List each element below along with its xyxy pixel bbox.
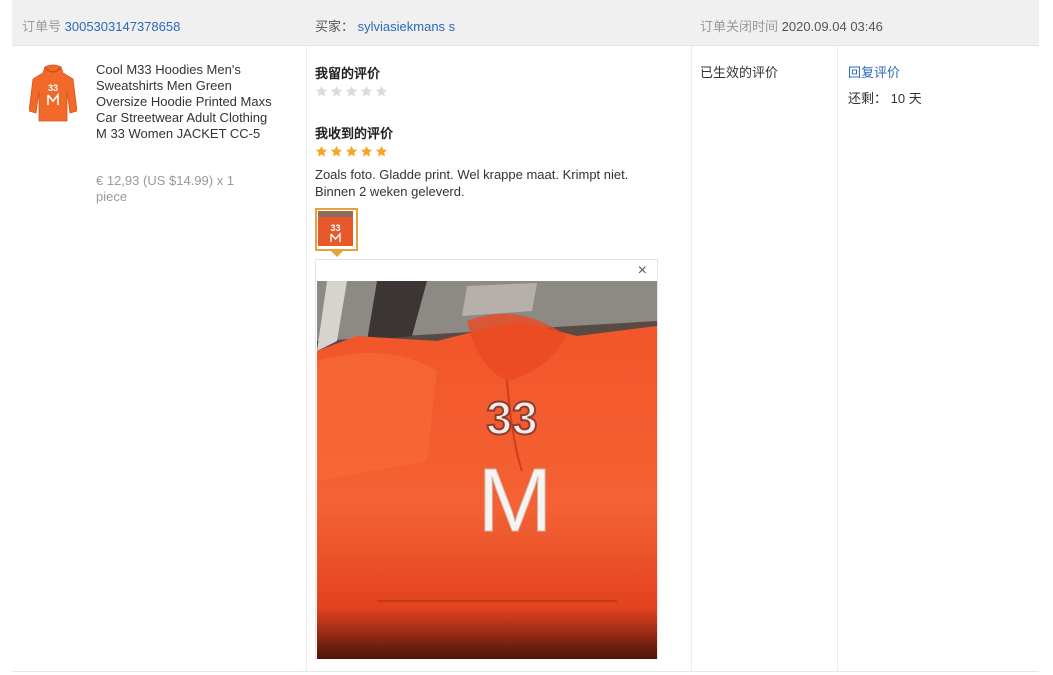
product-price: € 12,93 (US $14.99) x 1 piece — [96, 173, 235, 204]
star-filled-icon — [375, 145, 388, 157]
buyer-group: 买家： sylviasiekmans s — [315, 16, 455, 35]
reply-review-link[interactable]: 回复评价 — [848, 62, 900, 81]
star-empty-icon — [360, 85, 373, 97]
column-divider — [691, 46, 692, 672]
review-photo: 33 M — [317, 281, 657, 659]
remaining-value: 10 天 — [890, 91, 922, 106]
column-divider — [306, 46, 307, 672]
star-filled-icon — [330, 145, 343, 157]
photo-print-number: 33 — [486, 392, 537, 444]
thumbnail-pointer — [331, 251, 343, 257]
order-number-link[interactable]: 3005303147378658 — [65, 19, 181, 34]
photo-preview-panel: × 33 M — [315, 259, 658, 659]
star-filled-icon — [360, 145, 373, 157]
buyer-label: 买家： — [315, 19, 355, 34]
order-body: 33 Cool M33 Hoodies Men's Sweatshirts Me… — [12, 46, 1039, 672]
hoodie-print-number: 33 — [48, 83, 58, 93]
order-closed-label: 订单关闭时间 — [700, 19, 779, 34]
product-title[interactable]: Cool M33 Hoodies Men's Sweatshirts Men G… — [96, 62, 276, 142]
star-empty-icon — [345, 85, 358, 97]
star-empty-icon — [330, 85, 343, 97]
column-divider — [837, 46, 838, 672]
remaining-label: 还剩： — [848, 91, 888, 106]
order-closed-group: 订单关闭时间 2020.09.04 03:46 — [700, 16, 883, 35]
buyer-name-link[interactable]: sylviasiekmans s — [358, 19, 456, 34]
effective-review-status: 已生效的评价 — [700, 65, 779, 80]
order-closed-time: 2020.09.04 03:46 — [781, 19, 883, 34]
review-photo-thumb-image: 33 — [318, 211, 353, 246]
close-icon[interactable]: × — [638, 263, 647, 279]
order-header: 订单号 3005303147378658 买家： sylviasiekmans … — [12, 0, 1039, 46]
star-filled-icon — [345, 145, 358, 157]
photo-print-letter: M — [478, 451, 553, 551]
remaining-time: 还剩： 10 天 — [848, 88, 922, 107]
order-number-group: 订单号 3005303147378658 — [22, 16, 180, 35]
orange-hoodie-icon: 33 — [28, 64, 78, 122]
my-review-stars — [315, 85, 388, 98]
star-empty-icon — [315, 85, 328, 97]
star-filled-icon — [315, 145, 328, 157]
thumb-print-number: 33 — [330, 223, 340, 233]
product-thumbnail[interactable]: 33 — [28, 63, 78, 123]
received-review-title: 我收到的评价 — [315, 126, 394, 141]
received-review-stars — [315, 145, 388, 158]
my-review-title: 我留的评价 — [315, 66, 381, 81]
order-number-label: 订单号 — [22, 19, 62, 34]
review-text: Zoals foto. Gladde print. Wel krappe maa… — [315, 167, 629, 199]
star-empty-icon — [375, 85, 388, 97]
review-photo-thumbnail[interactable]: 33 — [315, 208, 358, 251]
